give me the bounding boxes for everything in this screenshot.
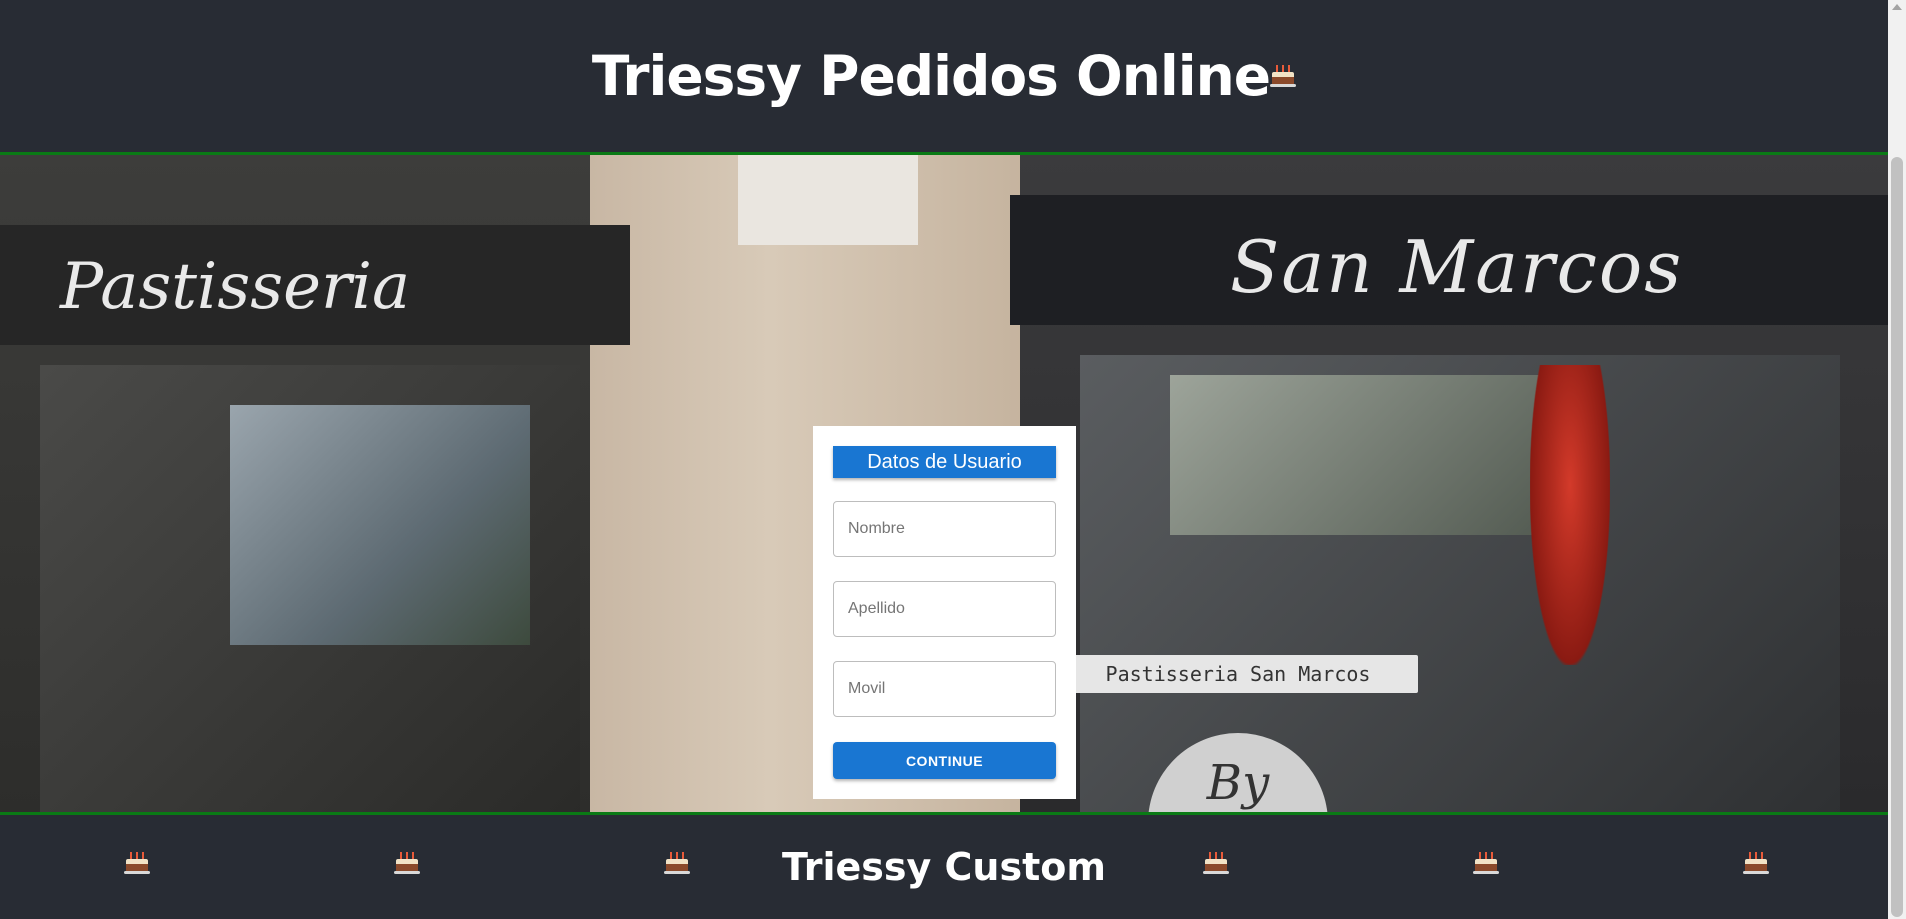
form-title: Datos de Usuario	[833, 446, 1056, 478]
apellido-input[interactable]	[833, 581, 1056, 637]
shop-sign-left: Pastisseria	[60, 250, 411, 324]
continue-button[interactable]: CONTINUE	[833, 742, 1056, 779]
header: Triessy Pedidos Online	[0, 0, 1888, 152]
scrollbar-thumb[interactable]	[1891, 157, 1903, 917]
movil-input[interactable]	[833, 661, 1056, 717]
vertical-scrollbar[interactable]	[1888, 0, 1906, 919]
wall-relief	[738, 155, 918, 245]
cake-icon	[1743, 851, 1769, 875]
page-title-text: Triessy Pedidos Online	[591, 44, 1271, 108]
shop-sign-right: San Marcos	[1230, 225, 1684, 309]
cake-icon	[1203, 851, 1229, 875]
hero-image: Pastisseria San Marcos Pastisseria San M…	[0, 152, 1888, 815]
footer: Triessy Custom	[0, 815, 1888, 919]
scroll-up-arrow-icon[interactable]	[1892, 4, 1902, 10]
nombre-input[interactable]	[833, 501, 1056, 557]
footer-title: Triessy Custom	[782, 845, 1106, 889]
cake-icon	[1473, 851, 1499, 875]
red-balloon	[1530, 365, 1610, 665]
page-title: Triessy Pedidos Online	[591, 44, 1297, 108]
window-reflection-right	[1170, 375, 1590, 535]
window-reflection	[230, 405, 530, 645]
shop-plaque: Pastisseria San Marcos	[1058, 655, 1418, 693]
cake-icon	[1270, 64, 1297, 88]
page: Triessy Pedidos Online Pastisseria San M…	[0, 0, 1888, 919]
user-data-form: Datos de Usuario CONTINUE	[813, 426, 1076, 799]
